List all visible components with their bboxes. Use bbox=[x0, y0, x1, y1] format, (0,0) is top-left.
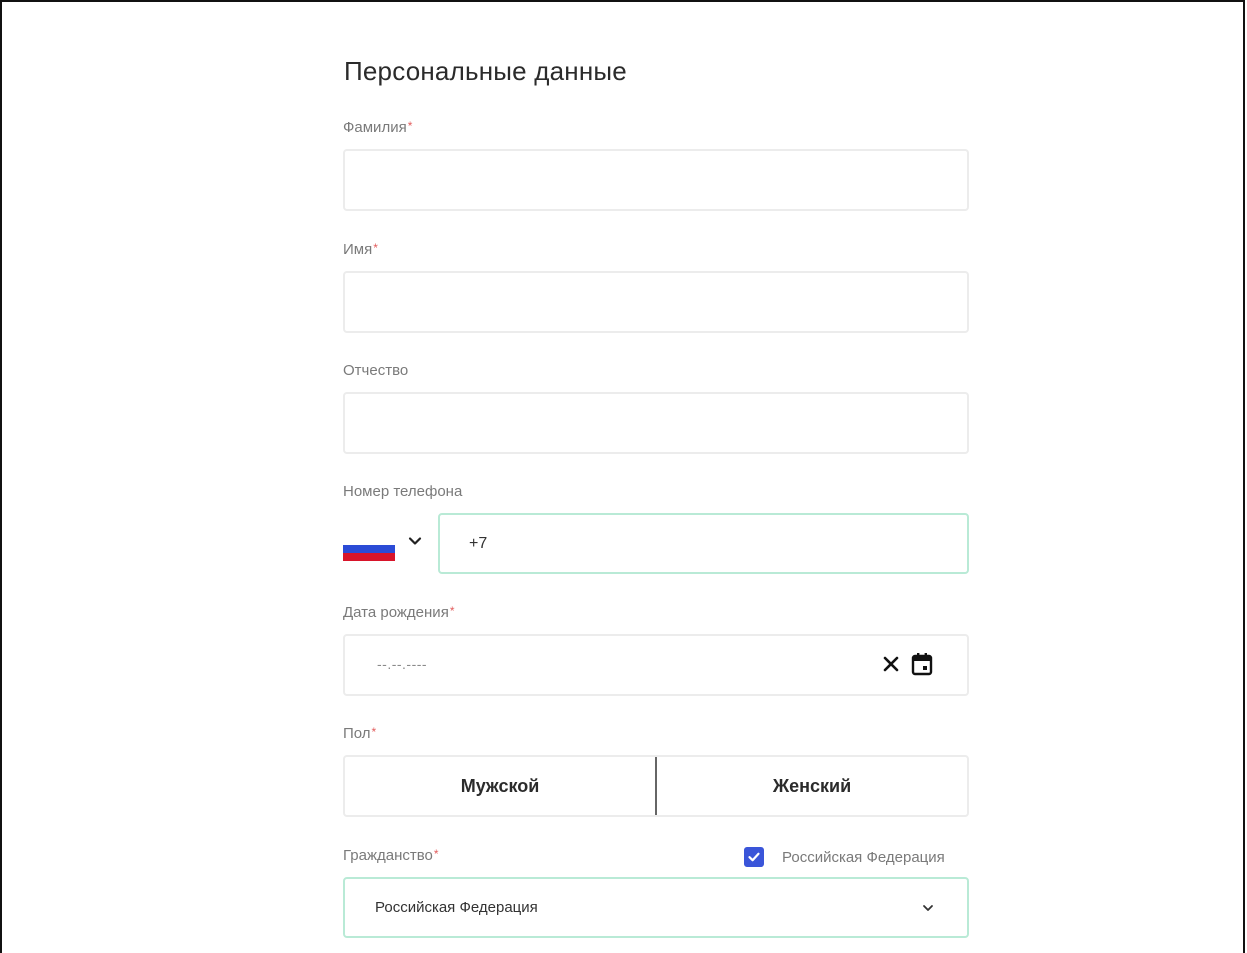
checkbox-label: Российская Федерация bbox=[782, 848, 945, 866]
first-name-label: Имя* bbox=[343, 241, 378, 258]
gender-toggle: Мужской Женский bbox=[343, 755, 969, 817]
phone-label: Номер телефона bbox=[343, 483, 462, 500]
chevron-down-icon[interactable] bbox=[407, 533, 423, 549]
birth-date-label-text: Дата рождения bbox=[343, 604, 449, 621]
gender-male-button[interactable]: Мужской bbox=[345, 757, 655, 815]
first-name-input[interactable] bbox=[343, 271, 969, 333]
birth-date-input[interactable]: --.--.---- bbox=[343, 634, 969, 696]
citizenship-selected-value: Российская Федерация bbox=[375, 899, 538, 916]
phone-row: +7 bbox=[343, 513, 969, 575]
required-mark: * bbox=[449, 604, 455, 618]
close-icon[interactable] bbox=[880, 653, 902, 675]
birth-date-label: Дата рождения* bbox=[343, 604, 455, 621]
gender-label-text: Пол bbox=[343, 725, 371, 742]
checkbox-checked[interactable] bbox=[744, 847, 764, 867]
chevron-down-icon bbox=[923, 905, 933, 911]
birth-date-placeholder: --.--.---- bbox=[377, 656, 428, 672]
russian-federation-checkbox-row[interactable]: Российская Федерация bbox=[744, 847, 945, 867]
last-name-input[interactable] bbox=[343, 149, 969, 211]
citizenship-select[interactable]: Российская Федерация bbox=[343, 877, 969, 938]
last-name-label-text: Фамилия bbox=[343, 119, 407, 136]
patronymic-label: Отчество bbox=[343, 362, 408, 379]
patronymic-input[interactable] bbox=[343, 392, 969, 454]
last-name-label: Фамилия* bbox=[343, 119, 412, 136]
required-mark: * bbox=[433, 847, 439, 861]
checkmark-icon bbox=[748, 852, 760, 862]
section-title: Персональные данные bbox=[344, 56, 627, 86]
citizenship-label: Гражданство* bbox=[343, 847, 439, 864]
required-mark: * bbox=[373, 241, 378, 255]
gender-female-button[interactable]: Женский bbox=[657, 757, 967, 815]
citizenship-label-text: Гражданство bbox=[343, 847, 433, 864]
first-name-label-text: Имя bbox=[343, 241, 373, 258]
phone-value: +7 bbox=[469, 535, 488, 552]
calendar-icon[interactable] bbox=[909, 651, 935, 677]
patronymic-label-text: Отчество bbox=[343, 362, 409, 379]
phone-label-text: Номер телефона bbox=[343, 483, 463, 500]
russia-flag-icon[interactable] bbox=[343, 537, 395, 561]
phone-input[interactable]: +7 bbox=[438, 513, 969, 574]
required-mark: * bbox=[371, 725, 377, 739]
required-mark: * bbox=[407, 119, 413, 133]
gender-label: Пол* bbox=[343, 725, 376, 742]
